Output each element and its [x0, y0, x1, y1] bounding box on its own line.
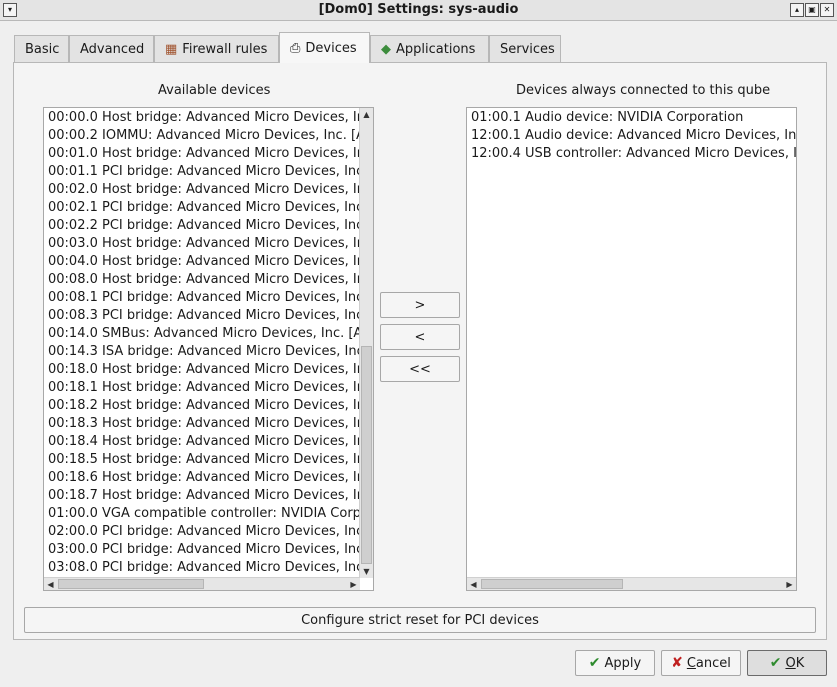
available-vertical-scrollbar[interactable]: ▲ ▼ [359, 108, 373, 578]
vertical-scroll-thumb[interactable] [361, 346, 372, 564]
maximize-icon: ▣ [808, 5, 816, 14]
available-devices-list[interactable]: 00:00.0 Host bridge: Advanced Micro Devi… [43, 107, 374, 591]
ok-label: OK [785, 656, 804, 671]
list-item[interactable]: 00:18.1 Host bridge: Advanced Micro Devi… [44, 379, 360, 397]
scroll-right-icon[interactable]: ▶ [347, 578, 360, 590]
list-item[interactable]: 12:00.4 USB controller: Advanced Micro D… [467, 145, 796, 163]
list-item[interactable]: 00:18.4 Host bridge: Advanced Micro Devi… [44, 433, 360, 451]
configure-strict-reset-button[interactable]: Configure strict reset for PCI devices [24, 607, 816, 633]
connected-devices-label: Devices always connected to this qube [516, 83, 771, 98]
close-button[interactable]: ✕ [820, 3, 834, 17]
tab-label: Devices [305, 40, 357, 56]
tab-label: Basic [25, 42, 60, 57]
minimize-button[interactable]: ▴ [790, 3, 804, 17]
list-item[interactable]: 00:00.0 Host bridge: Advanced Micro Devi… [44, 109, 360, 127]
list-item[interactable]: 00:02.1 PCI bridge: Advanced Micro Devic… [44, 199, 360, 217]
add-device-button[interactable]: > [380, 292, 460, 318]
connected-horizontal-scrollbar[interactable]: ◀ ▶ [467, 577, 796, 590]
tab-advanced[interactable]: Advanced [69, 35, 154, 63]
list-item[interactable]: 00:14.3 ISA bridge: Advanced Micro Devic… [44, 343, 360, 361]
devices-icon: ⎙ [290, 40, 301, 56]
tab-services[interactable]: Services [489, 35, 561, 63]
maximize-button[interactable]: ▣ [805, 3, 819, 17]
cross-icon: ✘ [671, 655, 683, 671]
scroll-right-icon[interactable]: ▶ [783, 578, 796, 590]
list-item[interactable]: 00:08.0 Host bridge: Advanced Micro Devi… [44, 271, 360, 289]
horizontal-scroll-thumb[interactable] [58, 579, 204, 589]
list-item[interactable]: 00:03.0 Host bridge: Advanced Micro Devi… [44, 235, 360, 253]
list-item[interactable]: 00:18.5 Host bridge: Advanced Micro Devi… [44, 451, 360, 469]
remove-all-devices-button[interactable]: << [380, 356, 460, 382]
tab-label: Services [500, 42, 555, 57]
list-item[interactable]: 00:01.1 PCI bridge: Advanced Micro Devic… [44, 163, 360, 181]
list-item[interactable]: 03:00.0 PCI bridge: Advanced Micro Devic… [44, 541, 360, 559]
horizontal-scroll-thumb[interactable] [481, 579, 623, 589]
tab-label: Firewall rules [182, 42, 268, 57]
applications-icon: ◆ [381, 42, 391, 57]
list-item[interactable]: 00:18.0 Host bridge: Advanced Micro Devi… [44, 361, 360, 379]
ok-button[interactable]: ✔ OK [747, 650, 827, 676]
cancel-label: Cancel [687, 656, 731, 671]
available-devices-items: 00:00.0 Host bridge: Advanced Micro Devi… [44, 109, 360, 579]
list-item[interactable]: 01:00.1 Audio device: NVIDIA Corporation [467, 109, 796, 127]
check-ok-icon: ✔ [769, 655, 782, 671]
minimize-icon: ▴ [794, 5, 799, 14]
list-item[interactable]: 00:18.3 Host bridge: Advanced Micro Devi… [44, 415, 360, 433]
scroll-down-icon[interactable]: ▼ [360, 565, 373, 578]
list-item[interactable]: 00:00.2 IOMMU: Advanced Micro Devices, I… [44, 127, 360, 145]
list-item[interactable]: 01:00.0 VGA compatible controller: NVIDI… [44, 505, 360, 523]
available-horizontal-scrollbar[interactable]: ◀ ▶ [44, 577, 360, 590]
tab-firewall-rules[interactable]: ▦ Firewall rules [154, 35, 279, 63]
window-titlebar: ▾ [Dom0] Settings: sys-audio ▴ ▣ ✕ [0, 0, 837, 21]
devices-tab-panel: Available devices Devices always connect… [13, 62, 827, 640]
list-item[interactable]: 00:14.0 SMBus: Advanced Micro Devices, I… [44, 325, 360, 343]
scroll-left-icon[interactable]: ◀ [467, 578, 480, 590]
list-item[interactable]: 02:00.0 PCI bridge: Advanced Micro Devic… [44, 523, 360, 541]
tab-applications[interactable]: ◆ Applications [370, 35, 489, 63]
list-item[interactable]: 00:08.1 PCI bridge: Advanced Micro Devic… [44, 289, 360, 307]
list-item[interactable]: 00:02.0 Host bridge: Advanced Micro Devi… [44, 181, 360, 199]
list-item[interactable]: 00:01.0 Host bridge: Advanced Micro Devi… [44, 145, 360, 163]
cancel-button[interactable]: ✘ Cancel [661, 650, 741, 676]
list-item[interactable]: 00:02.2 PCI bridge: Advanced Micro Devic… [44, 217, 360, 235]
ok-label-rest: K [795, 655, 805, 671]
list-item[interactable]: 00:18.7 Host bridge: Advanced Micro Devi… [44, 487, 360, 505]
close-icon: ✕ [823, 5, 831, 14]
tab-label: Applications [396, 42, 476, 57]
scroll-up-icon[interactable]: ▲ [360, 108, 373, 121]
list-item[interactable]: 00:18.2 Host bridge: Advanced Micro Devi… [44, 397, 360, 415]
window-title: [Dom0] Settings: sys-audio [318, 2, 519, 17]
list-item[interactable]: 12:00.1 Audio device: Advanced Micro Dev… [467, 127, 796, 145]
apply-label: Apply [604, 655, 642, 671]
apply-button[interactable]: ✔ Apply [575, 650, 655, 676]
check-icon: ✔ [588, 655, 601, 671]
connected-devices-list[interactable]: 01:00.1 Audio device: NVIDIA Corporation… [466, 107, 797, 591]
cancel-mnemonic: C [686, 655, 696, 671]
connected-devices-items: 01:00.1 Audio device: NVIDIA Corporation… [467, 109, 796, 577]
tab-label: Advanced [80, 42, 145, 57]
list-item[interactable]: 00:18.6 Host bridge: Advanced Micro Devi… [44, 469, 360, 487]
scroll-left-icon[interactable]: ◀ [44, 578, 57, 590]
list-item[interactable]: 00:04.0 Host bridge: Advanced Micro Devi… [44, 253, 360, 271]
ok-mnemonic: O [785, 655, 796, 671]
available-devices-label: Available devices [158, 83, 271, 98]
tab-basic[interactable]: Basic [14, 35, 69, 63]
tab-devices[interactable]: ⎙ Devices [279, 32, 370, 63]
list-item[interactable]: 03:08.0 PCI bridge: Advanced Micro Devic… [44, 559, 360, 577]
firewall-icon: ▦ [165, 42, 178, 57]
cancel-label-rest: ancel [695, 655, 731, 671]
list-item[interactable]: 00:08.3 PCI bridge: Advanced Micro Devic… [44, 307, 360, 325]
remove-device-button[interactable]: < [380, 324, 460, 350]
